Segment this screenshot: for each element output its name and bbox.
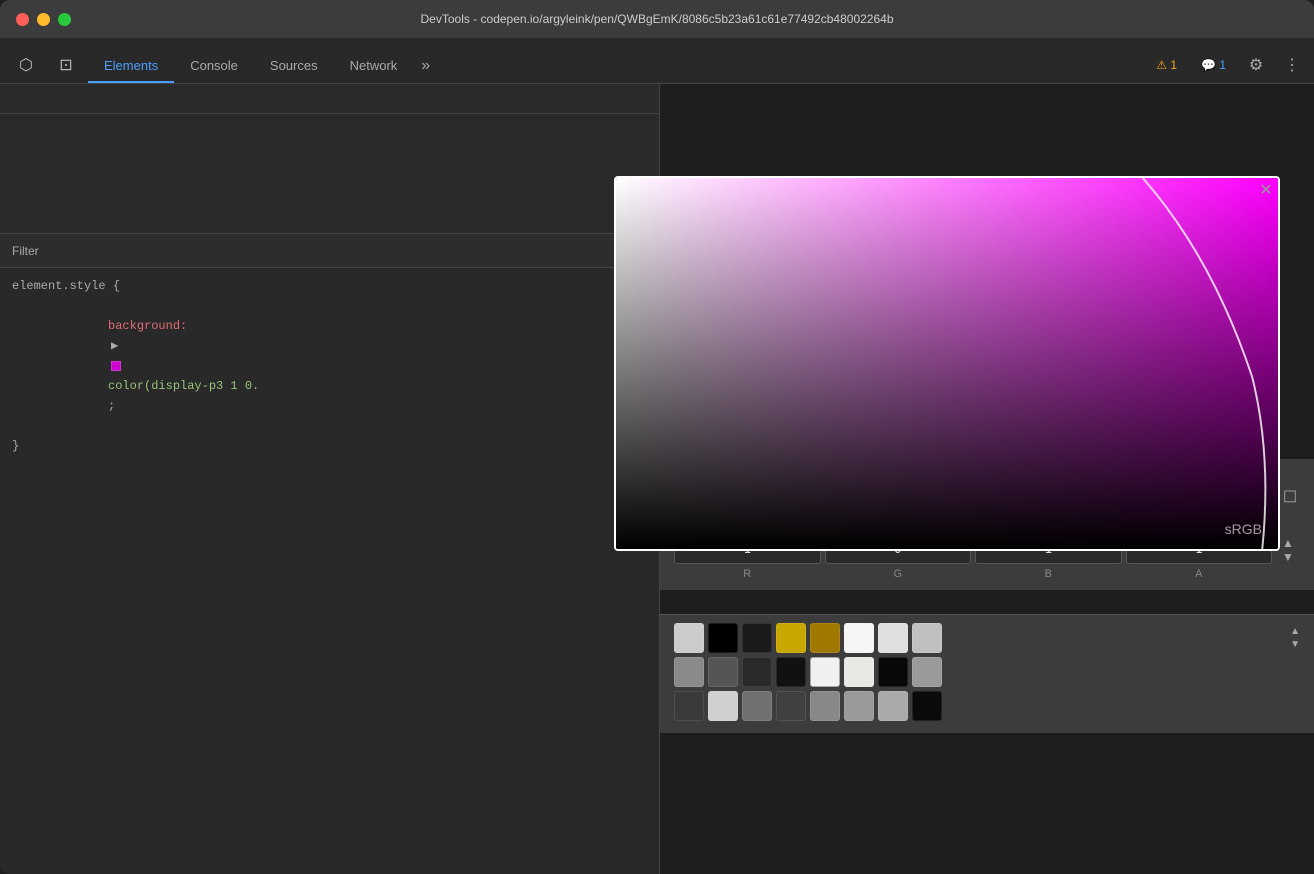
css-selector-line: element.style { [12, 276, 647, 296]
swatch-item[interactable] [742, 691, 772, 721]
swatch-item[interactable] [708, 691, 738, 721]
css-property-line: background: ▶ color(display-p3 1 0. ; [36, 296, 647, 436]
color-picker-popup[interactable]: sRGB [614, 176, 1280, 551]
tab-sources[interactable]: Sources [254, 50, 334, 83]
cursor-tool-button[interactable]: ⬡ [8, 47, 44, 83]
tabbar-right: ⚠ 1 💬 1 ⚙ ⋮ [1148, 51, 1306, 83]
more-button[interactable]: ⋮ [1278, 51, 1306, 79]
swatch-item[interactable] [776, 691, 806, 721]
window-title: DevTools - codepen.io/argyleink/pen/QWBg… [421, 12, 894, 26]
css-property: background: [108, 319, 187, 333]
swatches-down[interactable]: ▼ [1290, 639, 1300, 650]
vertical-dots-icon: ⋮ [1284, 55, 1300, 75]
swatch-item[interactable] [810, 623, 840, 653]
css-close-brace: } [12, 436, 647, 456]
swatch-item[interactable] [878, 657, 908, 687]
titlebar: DevTools - codepen.io/argyleink/pen/QWBg… [0, 0, 1314, 38]
tab-console[interactable]: Console [174, 50, 254, 83]
tab-elements[interactable]: Elements [88, 50, 174, 83]
r-label: R [743, 568, 751, 580]
minimize-button[interactable] [37, 13, 50, 26]
swatch-item[interactable] [776, 623, 806, 653]
messages-badge[interactable]: 💬 1 [1193, 54, 1234, 76]
expand-triangle[interactable]: ▶ [111, 336, 118, 356]
breadcrumb-bar [0, 84, 659, 114]
styles-content: element.style { background: ▶ color(disp… [0, 268, 659, 874]
swatches-spinner: ▲ ▼ [1290, 626, 1300, 650]
swatches-row-1: ▲ ▼ [674, 623, 1300, 653]
swatch-item[interactable] [810, 691, 840, 721]
swatch-item[interactable] [912, 657, 942, 687]
swatch-item[interactable] [912, 623, 942, 653]
gear-icon: ⚙ [1249, 55, 1263, 75]
spinner-down[interactable]: ▼ [1282, 551, 1294, 563]
filter-bar: Filter [0, 234, 659, 268]
css-color-value: color(display-p3 1 0. [108, 379, 259, 393]
srgb-label: sRGB [1225, 521, 1262, 537]
swatch-item[interactable] [776, 657, 806, 687]
swatch-item[interactable] [708, 623, 738, 653]
inspect-icon: ⊡ [59, 55, 72, 75]
settings-button[interactable]: ⚙ [1242, 51, 1270, 79]
gradient-canvas[interactable] [616, 178, 1278, 549]
cursor-icon: ⬡ [19, 55, 33, 75]
color-swatch[interactable] [111, 361, 121, 371]
tab-network[interactable]: Network [334, 50, 414, 83]
close-button[interactable] [16, 13, 29, 26]
swatches-row-3 [674, 691, 1300, 721]
swatches-up[interactable]: ▲ [1290, 626, 1300, 637]
b-label: B [1045, 568, 1052, 580]
traffic-lights [16, 13, 71, 26]
swatch-item[interactable] [844, 623, 874, 653]
swatch-item[interactable] [708, 657, 738, 687]
swatch-checker[interactable] [674, 623, 704, 653]
devtools-window: DevTools - codepen.io/argyleink/pen/QWBg… [0, 0, 1314, 874]
main-content: Filter element.style { background: ▶ col… [0, 84, 1314, 874]
swatch-item[interactable] [742, 623, 772, 653]
filter-label: Filter [12, 244, 39, 258]
popup-close-button[interactable]: ✕ [1256, 180, 1276, 200]
a-label: A [1195, 568, 1202, 580]
swatch-item[interactable] [810, 657, 840, 687]
left-panel: Filter element.style { background: ▶ col… [0, 84, 660, 874]
swatches-row-2 [674, 657, 1300, 687]
swatch-item[interactable] [878, 691, 908, 721]
maximize-button[interactable] [58, 13, 71, 26]
element-display [0, 114, 659, 234]
inspect-tool-button[interactable]: ⊡ [48, 47, 84, 83]
warnings-badge[interactable]: ⚠ 1 [1148, 54, 1185, 76]
swatch-item[interactable] [742, 657, 772, 687]
spinner-up[interactable]: ▲ [1282, 537, 1294, 549]
swatch-item[interactable] [844, 691, 874, 721]
css-semicolon: ; [108, 399, 115, 413]
close-icon: ✕ [1259, 180, 1272, 200]
g-label: G [893, 568, 902, 580]
tab-overflow-button[interactable]: » [413, 49, 438, 83]
swatch-item[interactable] [878, 623, 908, 653]
swatch-item[interactable] [912, 691, 942, 721]
swatch-item[interactable] [844, 657, 874, 687]
swatch-item[interactable] [674, 657, 704, 687]
tabbar: ⬡ ⊡ Elements Console Sources Network » ⚠… [0, 38, 1314, 84]
swatch-item[interactable] [674, 691, 704, 721]
